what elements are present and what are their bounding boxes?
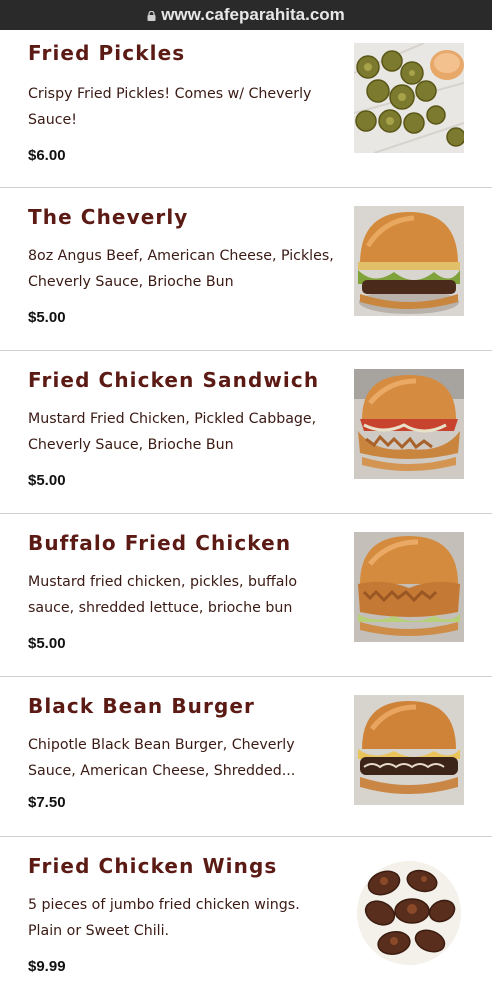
- menu-item[interactable]: Fried Chicken Sandwich Mustard Fried Chi…: [0, 351, 492, 514]
- black-bean-burger-photo[interactable]: [354, 695, 464, 805]
- item-price: $5.00: [28, 309, 66, 326]
- menu-item[interactable]: Fried Chicken Wings 5 pieces of jumbo fr…: [0, 837, 492, 1000]
- watermark: menupix: [258, 905, 353, 929]
- menu-item[interactable]: Fried Pickles Crispy Fried Pickles! Come…: [0, 30, 492, 188]
- buffalo-chicken-photo[interactable]: [354, 532, 464, 642]
- item-price: $7.50: [28, 794, 66, 811]
- item-description: Crispy Fried Pickles! Comes w/ Cheverly …: [28, 86, 312, 128]
- chicken-wings-photo[interactable]: [354, 855, 464, 965]
- item-name: Buffalo Fried Chicken: [28, 531, 292, 555]
- menu-item[interactable]: Black Bean Burger Chipotle Black Bean Bu…: [0, 677, 492, 837]
- url-text: www.cafeparahita.com: [161, 5, 345, 24]
- menu-item[interactable]: The Cheverly 8oz Angus Beef, American Ch…: [0, 188, 492, 351]
- item-name: Fried Chicken Sandwich: [28, 368, 320, 392]
- item-description: Mustard Fried Chicken, Pickled Cabbage, …: [28, 411, 317, 453]
- item-price: $9.99: [28, 958, 66, 975]
- item-description: Mustard fried chicken, pickles, buffalo …: [28, 574, 298, 616]
- item-name: Black Bean Burger: [28, 694, 256, 718]
- menu-item[interactable]: Buffalo Fried Chicken Mustard fried chic…: [0, 514, 492, 677]
- item-price: $6.00: [28, 147, 66, 164]
- fried-pickles-photo[interactable]: [354, 43, 464, 153]
- item-price: $5.00: [28, 472, 66, 489]
- item-price: $5.00: [28, 635, 66, 652]
- item-name: Fried Chicken Wings: [28, 854, 278, 878]
- item-name: Fried Pickles: [28, 41, 186, 65]
- item-description: 8oz Angus Beef, American Cheese, Pickles…: [28, 248, 334, 290]
- burger-photo[interactable]: [354, 206, 464, 316]
- lock-icon: [147, 11, 156, 21]
- chicken-sandwich-photo[interactable]: [354, 369, 464, 479]
- url-bar[interactable]: www.cafeparahita.com: [0, 0, 492, 30]
- item-name: The Cheverly: [28, 205, 189, 229]
- item-description: Chipotle Black Bean Burger, Cheverly Sau…: [28, 737, 296, 779]
